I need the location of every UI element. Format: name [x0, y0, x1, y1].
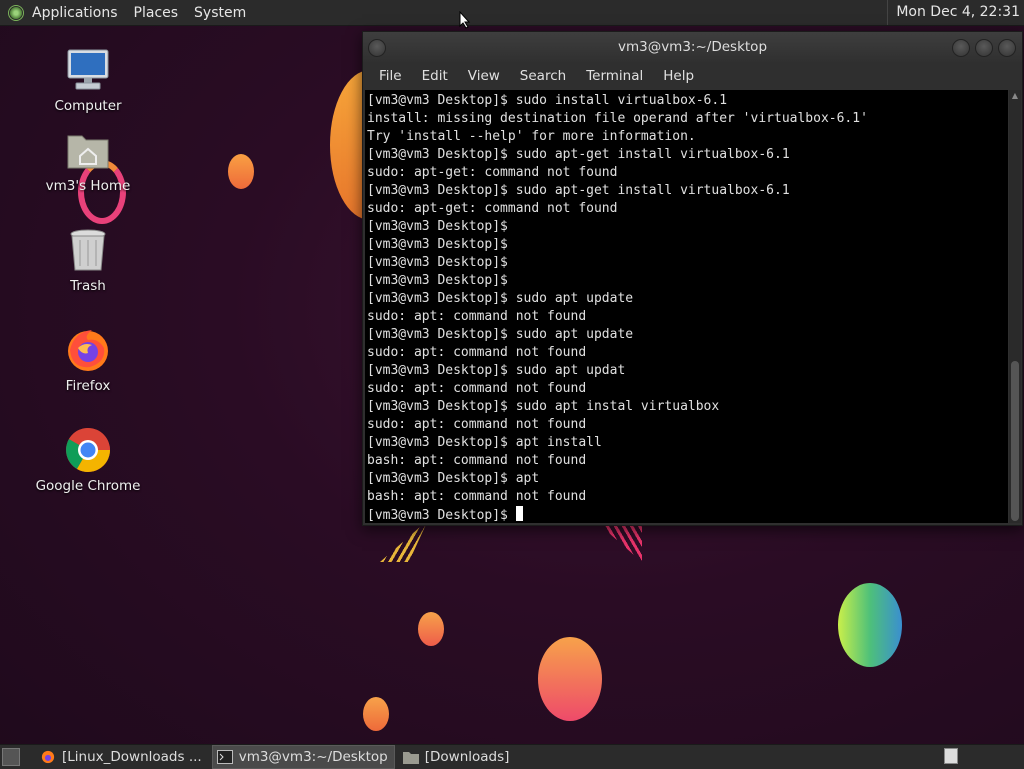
terminal-line: sudo: apt-get: command not found: [367, 165, 618, 180]
folder-icon: [402, 752, 419, 764]
terminal-line: [vm3@vm3 Desktop]$: [367, 273, 508, 288]
desktop-icon-label: vm3's Home: [45, 178, 131, 194]
wallpaper-orange-dot: [228, 154, 254, 189]
terminal-line: [vm3@vm3 Desktop]$: [367, 237, 508, 252]
menu-search[interactable]: Search: [510, 68, 576, 84]
firefox-icon: [41, 750, 55, 764]
taskbar-item-label: [Linux_Downloads ...: [62, 749, 202, 765]
firefox-icon: [64, 326, 112, 374]
terminal-line: sudo: apt: command not found: [367, 381, 587, 396]
clock[interactable]: Mon Dec 4, 22:31: [887, 0, 1020, 25]
menu-file[interactable]: File: [369, 68, 412, 84]
terminal-scrollbar[interactable]: ▲: [1009, 90, 1021, 523]
taskbar-item-downloads[interactable]: [Downloads]: [399, 746, 516, 768]
terminal-line: [vm3@vm3 Desktop]$: [367, 255, 508, 270]
top-panel: Applications Places System Mon Dec 4, 22…: [0, 0, 1024, 26]
terminal-line: [vm3@vm3 Desktop]$: [367, 219, 508, 234]
terminal-prompt: [vm3@vm3 Desktop]$: [367, 508, 516, 523]
desktop-icon-home[interactable]: vm3's Home: [28, 126, 148, 194]
menu-help[interactable]: Help: [653, 68, 704, 84]
desktop-icon-firefox[interactable]: Firefox: [28, 326, 148, 394]
terminal-line: [vm3@vm3 Desktop]$ sudo apt-get install …: [367, 183, 790, 198]
menu-view[interactable]: View: [458, 68, 510, 84]
show-desktop-icon[interactable]: [2, 748, 20, 766]
terminal-line: sudo: apt-get: command not found: [367, 201, 618, 216]
wallpaper-pink-stripes: [594, 520, 642, 562]
applications-menu-icon[interactable]: [8, 4, 24, 21]
terminal-line: [vm3@vm3 Desktop]$ apt: [367, 471, 540, 486]
window-menu-button[interactable]: [368, 39, 386, 57]
taskbar-item-label: [Downloads]: [424, 749, 510, 765]
wallpaper-gradient-ellipse: [838, 583, 902, 667]
desktop-icon-label: Google Chrome: [35, 478, 141, 494]
terminal-line: bash: apt: command not found: [367, 489, 587, 504]
bottom-panel: [Linux_Downloads ... vm3@vm3:~/Desktop […: [0, 744, 1024, 769]
text-cursor: [515, 506, 523, 521]
terminal-line: Try 'install --help' for more informatio…: [367, 129, 696, 144]
terminal-line: [vm3@vm3 Desktop]$ sudo apt-get install …: [367, 147, 790, 162]
terminal-line: sudo: apt: command not found: [367, 345, 587, 360]
menu-system[interactable]: System: [186, 5, 254, 21]
terminal-window[interactable]: vm3@vm3:~/Desktop File Edit View Search …: [362, 31, 1023, 526]
terminal-line: install: missing destination file operan…: [367, 111, 868, 126]
scrollbar-thumb[interactable]: [1011, 361, 1019, 521]
chrome-icon: [64, 426, 112, 474]
taskbar-item-terminal[interactable]: vm3@vm3:~/Desktop: [211, 745, 395, 769]
minimize-button[interactable]: [952, 39, 970, 57]
desktop-icon-computer[interactable]: Computer: [28, 46, 148, 114]
terminal-output[interactable]: [vm3@vm3 Desktop]$ sudo install virtualb…: [365, 90, 1008, 523]
menu-places[interactable]: Places: [126, 5, 187, 21]
terminal-prompt-line[interactable]: [vm3@vm3 Desktop]$: [367, 506, 1008, 523]
terminal-line: [vm3@vm3 Desktop]$ apt install: [367, 435, 602, 450]
maximize-button[interactable]: [975, 39, 993, 57]
terminal-line: [vm3@vm3 Desktop]$ sudo apt update: [367, 327, 634, 342]
terminal-line: sudo: apt: command not found: [367, 417, 587, 432]
taskbar-item-firefox[interactable]: [Linux_Downloads ...: [36, 746, 208, 768]
home-folder-icon: [64, 126, 112, 174]
terminal-icon: [216, 750, 233, 764]
window-titlebar[interactable]: vm3@vm3:~/Desktop: [363, 32, 1022, 62]
menu-applications[interactable]: Applications: [24, 5, 126, 21]
computer-icon: [64, 46, 112, 94]
desktop-icon-label: Trash: [70, 278, 106, 294]
wallpaper-orange-dot: [363, 697, 389, 731]
desktop-icon-trash[interactable]: Trash: [28, 226, 148, 294]
terminal-line: [vm3@vm3 Desktop]$ sudo apt instal virtu…: [367, 399, 720, 414]
terminal-line: [vm3@vm3 Desktop]$ sudo install virtualb…: [367, 93, 728, 108]
terminal-line: [vm3@vm3 Desktop]$ sudo apt update: [367, 291, 634, 306]
terminal-line: [vm3@vm3 Desktop]$ sudo apt updat: [367, 363, 626, 378]
menu-terminal[interactable]: Terminal: [576, 68, 653, 84]
scroll-up-arrow-icon[interactable]: ▲: [1011, 92, 1019, 100]
close-button[interactable]: [998, 39, 1016, 57]
workspace-switcher[interactable]: [944, 748, 958, 764]
terminal-line: sudo: apt: command not found: [367, 309, 587, 324]
wallpaper-orange-dot: [418, 612, 444, 646]
terminal-line: bash: apt: command not found: [367, 453, 587, 468]
desktop-icon-label: Computer: [54, 98, 122, 114]
terminal-menubar: File Edit View Search Terminal Help: [363, 62, 1022, 90]
wallpaper-orange-ellipse: [538, 637, 602, 721]
mouse-pointer-icon: [459, 11, 471, 29]
trash-icon: [64, 226, 112, 274]
wallpaper-yellow-stripes: [380, 520, 428, 562]
desktop-icon-label: Firefox: [65, 378, 111, 394]
desktop-icon-chrome[interactable]: Google Chrome: [28, 426, 148, 494]
window-title: vm3@vm3:~/Desktop: [617, 39, 768, 55]
taskbar-item-label: vm3@vm3:~/Desktop: [238, 749, 388, 765]
menu-edit[interactable]: Edit: [412, 68, 458, 84]
